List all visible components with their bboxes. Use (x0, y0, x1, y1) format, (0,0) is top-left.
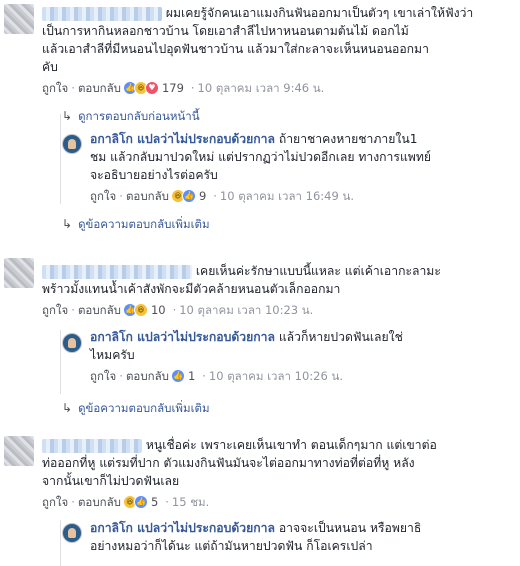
comment-1: ผมเคยรู้จักคนเอาแมงกินฟันออกมาเป็นตัวๆ เ… (42, 4, 516, 97)
comment-timestamp[interactable]: 10 ตุลาคม เวลา 9:46 น. (198, 79, 325, 97)
like-button[interactable]: ถูกใจ (42, 493, 68, 511)
reply-timestamp[interactable]: 10 ตุลาคม เวลา 16:49 น. (220, 187, 354, 205)
previous-replies-link[interactable]: ↳ ดูการตอบกลับก่อนหน้านี้ (62, 108, 200, 126)
page-name-link[interactable]: อกาลิโก แปลว่าไม่ประกอบด้วยกาล (90, 132, 275, 146)
page-avatar[interactable] (62, 134, 82, 154)
reply-button[interactable]: ตอบกลับ (78, 79, 121, 97)
reply-text: อกาลิโก แปลว่าไม่ประกอบด้วยกาล อาจจะเป็น… (90, 521, 422, 553)
reaction-count[interactable]: 10 (151, 301, 166, 319)
reactions-summary[interactable]: 👍 😆 (122, 303, 148, 317)
like-reaction-icon: 👍 (133, 495, 148, 509)
comment-text: ผมเคยรู้จักคนเอาแมงกินฟันออกมาเป็นตัวๆ เ… (42, 6, 474, 74)
reply-arrow-icon: ↳ (62, 109, 73, 123)
like-button[interactable]: ถูกใจ (90, 367, 116, 385)
like-button[interactable]: ถูกใจ (42, 79, 68, 97)
page-name-link[interactable]: อกาลิโก แปลว่าไม่ประกอบด้วยกาล (90, 330, 275, 344)
like-reaction-icon: 👍 (181, 189, 196, 203)
page-reply-2: อกาลิโก แปลว่าไม่ประกอบด้วยกาล แล้วก็หาย… (90, 328, 516, 385)
comment-timestamp[interactable]: 15 ชม. (172, 493, 209, 511)
like-reaction-icon: 👍 (170, 369, 185, 383)
reply-actions: ถูกใจ · ตอบกลับ 👍 1 · 10 ตุลาคม เวลา 10:… (90, 367, 343, 385)
reply-button[interactable]: ตอบกลับ (126, 367, 169, 385)
page-name-link[interactable]: อกาลิโก แปลว่าไม่ประกอบด้วยกาล (90, 521, 275, 535)
haha-reaction-icon: 😆 (133, 303, 148, 317)
reply-actions: ถูกใจ · ตอบกลับ 😆 👍 9 · 10 ตุลาคม เวลา 1… (90, 187, 354, 205)
page-reply-3: อกาลิโก แปลว่าไม่ประกอบด้วยกาล อาจจะเป็น… (90, 519, 516, 555)
reply-text: อกาลิโก แปลว่าไม่ประกอบด้วยกาล แล้วก็หาย… (90, 330, 403, 362)
commenter-avatar[interactable] (4, 436, 34, 466)
thread-line (60, 330, 61, 394)
like-button[interactable]: ถูกใจ (42, 301, 68, 319)
reactions-summary[interactable]: 😆 👍 (170, 189, 196, 203)
reply-button[interactable]: ตอบกลับ (126, 187, 169, 205)
thread-line (60, 114, 61, 204)
reply-arrow-icon: ↳ (62, 217, 73, 231)
comment-3: หนูเชื่อค่ะ เพราะเคยเห็นเขาทำ ตอนเด็กๆมา… (42, 436, 516, 511)
comment-text: เคยเห็นค่ะรักษาแบบนี้แหละ แต่เค้าเอากะลา… (42, 264, 441, 296)
thread-line (60, 520, 61, 566)
reply-text: อกาลิโก แปลว่าไม่ประกอบด้วยกาล ถ้ายาชาคง… (90, 132, 432, 182)
page-avatar[interactable] (62, 333, 82, 353)
reaction-count[interactable]: 1 (188, 367, 195, 385)
reply-button[interactable]: ตอบกลับ (78, 301, 121, 319)
commenter-avatar[interactable] (4, 4, 34, 34)
reactions-summary[interactable]: 😆 👍 (122, 495, 148, 509)
comment-2: เคยเห็นค่ะรักษาแบบนี้แหละ แต่เค้าเอากะลา… (42, 262, 516, 319)
reaction-count[interactable]: 9 (199, 187, 206, 205)
page-avatar[interactable] (62, 523, 82, 543)
commenter-name-blurred[interactable] (42, 264, 192, 279)
reply-button[interactable]: ตอบกลับ (78, 493, 121, 511)
more-replies-link[interactable]: ↳ ดูข้อความตอบกลับเพิ่มเติม (62, 400, 210, 418)
comment-timestamp[interactable]: 10 ตุลาคม เวลา 10:23 น. (179, 301, 313, 319)
reply-arrow-icon: ↳ (62, 401, 73, 415)
commenter-name-blurred[interactable] (42, 6, 162, 21)
like-button[interactable]: ถูกใจ (90, 187, 116, 205)
comment-actions: ถูกใจ · ตอบกลับ 😆 👍 5 · 15 ชม. (42, 493, 210, 511)
commenter-name-blurred[interactable] (42, 438, 142, 453)
love-reaction-icon: ♥ (144, 81, 159, 95)
commenter-avatar[interactable] (4, 258, 34, 288)
comment-actions: ถูกใจ · ตอบกลับ 👍 😆 ♥ 179 · 10 ตุลาคม เว… (42, 79, 325, 97)
reaction-count[interactable]: 5 (151, 493, 158, 511)
comment-text: หนูเชื่อค่ะ เพราะเคยเห็นเขาทำ ตอนเด็กๆมา… (42, 438, 437, 488)
more-replies-link[interactable]: ↳ ดูข้อความตอบกลับเพิ่มเติม (62, 216, 210, 234)
comment-actions: ถูกใจ · ตอบกลับ 👍 😆 10 · 10 ตุลาคม เวลา … (42, 301, 314, 319)
page-reply-1: อกาลิโก แปลว่าไม่ประกอบด้วยกาล ถ้ายาชาคง… (90, 130, 516, 205)
reactions-summary[interactable]: 👍 😆 ♥ (122, 81, 159, 95)
reactions-summary[interactable]: 👍 (170, 369, 185, 383)
reaction-count[interactable]: 179 (162, 79, 184, 97)
reply-timestamp[interactable]: 10 ตุลาคม เวลา 10:26 น. (209, 367, 343, 385)
